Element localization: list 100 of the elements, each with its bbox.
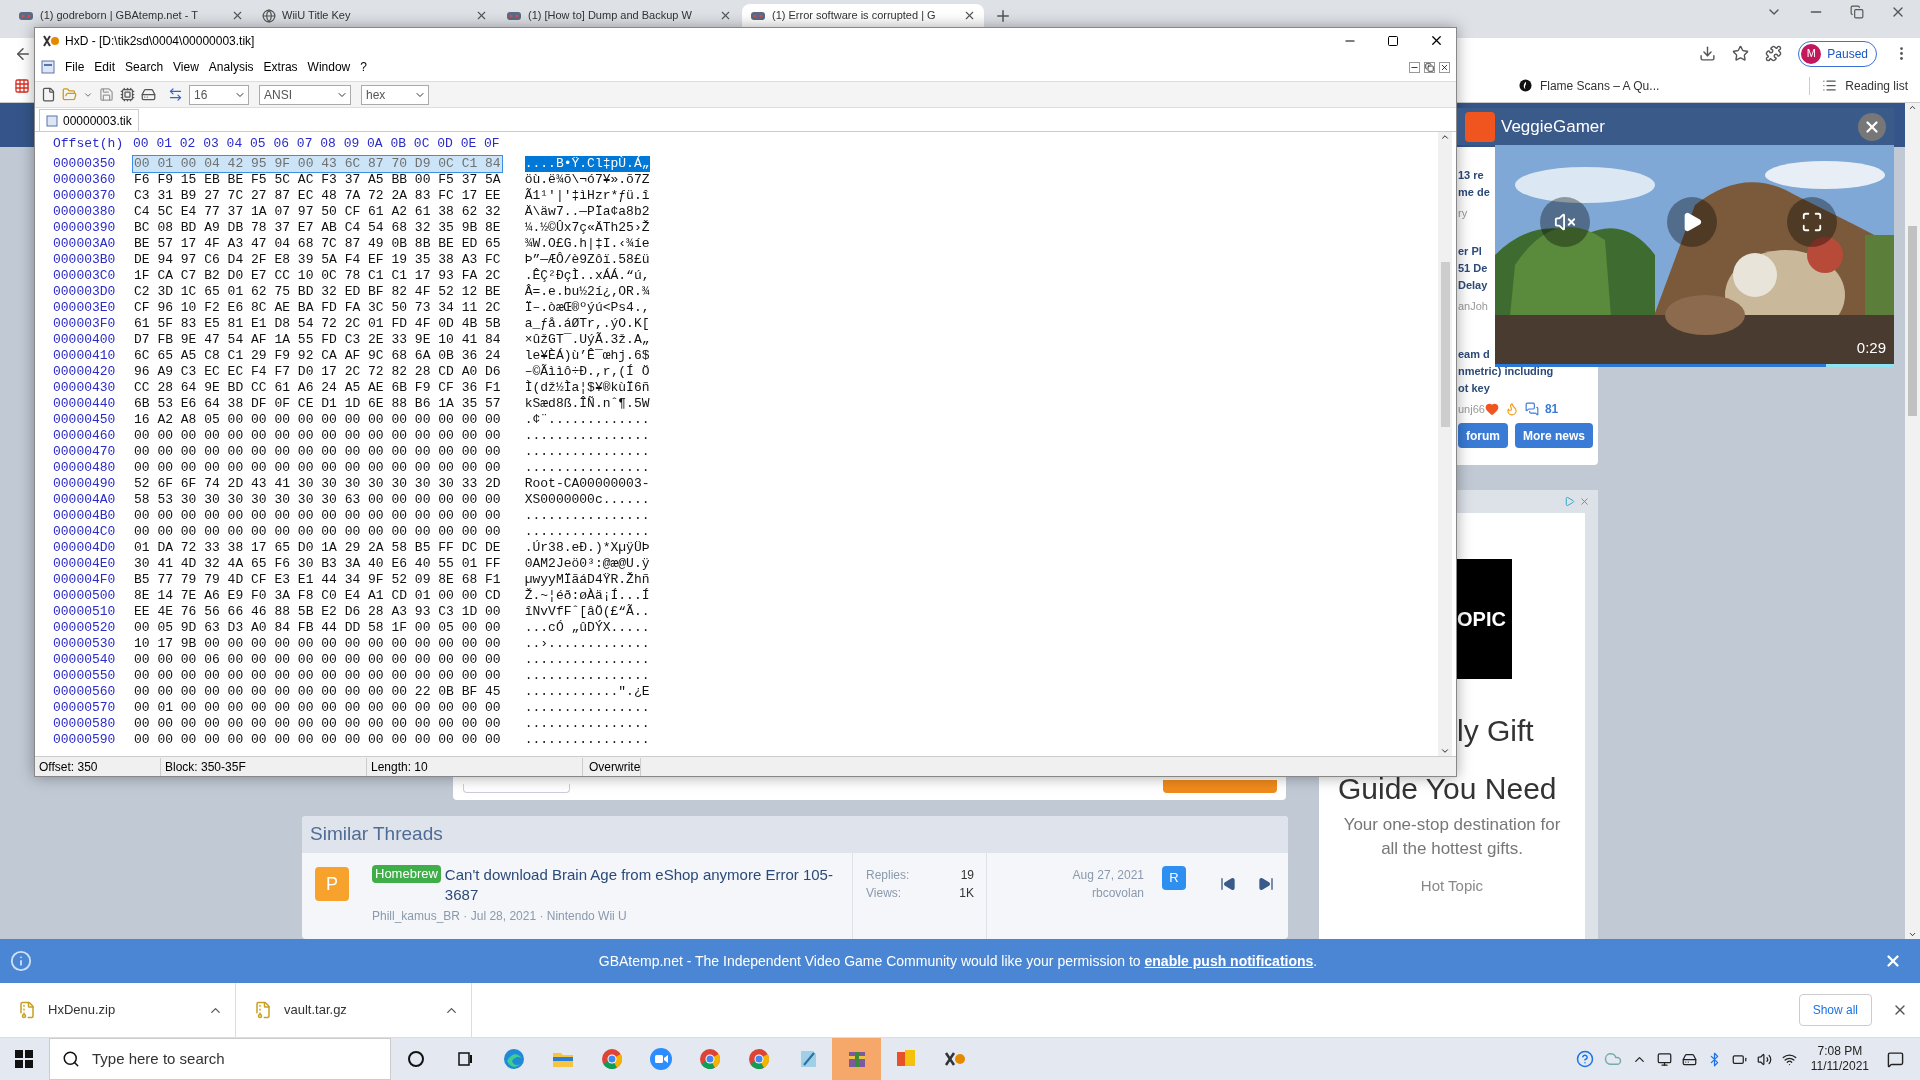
text-bytes[interactable]: Ï–.òæŒ®ºýú<Ps4., xyxy=(524,300,650,316)
hex-bytes[interactable]: C3 31 B9 27 7C 27 87 EC 48 7A 72 2A 83 FC 17 EE xyxy=(133,188,502,204)
text-bytes[interactable]: XS0000000c...... xyxy=(524,492,650,508)
hex-bytes[interactable]: 58 53 30 30 30 30 30 30 30 63 00 00 00 00 00 00 xyxy=(133,492,502,508)
reading-list-button[interactable]: Reading list xyxy=(1809,76,1908,95)
close-button[interactable] xyxy=(1429,33,1444,48)
download-item[interactable]: vault.tar.gz xyxy=(236,983,472,1037)
text-bytes[interactable]: Ã1¹'|'‡ìHzr*ƒü.î xyxy=(524,188,650,204)
hex-bytes[interactable]: F6 F9 15 EB BE F5 5C AC F3 37 A5 BB 00 F5 37 5A xyxy=(133,172,502,188)
text-bytes[interactable]: îNvVfFˆ[âÖ(£“Ã.. xyxy=(524,604,650,620)
hex-bytes[interactable]: 00 01 00 04 42 95 9F 00 43 6C 87 70 D9 0C C1 84 xyxy=(133,156,502,172)
text-bytes[interactable]: µwyyMÏãáD4ŸR.Žhñ xyxy=(524,572,650,588)
menu-item[interactable]: Extras xyxy=(263,58,298,76)
hex-bytes[interactable]: 00 00 00 00 00 00 00 00 00 00 00 00 00 00 00 00 xyxy=(133,524,502,540)
hex-bytes[interactable]: C2 3D 1C 65 01 62 75 BD 32 ED BF 82 4F 52 12 BE xyxy=(133,284,502,300)
bookmark-link[interactable]: Flame Scans – A Qu... xyxy=(1518,76,1660,95)
news-title[interactable]: 13 re xyxy=(1458,167,1484,184)
minimize-document-button[interactable] xyxy=(1409,61,1420,73)
hex-bytes[interactable]: EE 4E 76 56 66 46 88 5B E2 D6 28 A3 93 C3 1D 00 xyxy=(133,604,502,620)
scrollbar[interactable] xyxy=(1438,132,1452,756)
text-bytes[interactable]: .ÊÇ²ÐçÌ..xÁÁ.“ú, xyxy=(524,268,650,284)
news-title[interactable]: eam d xyxy=(1458,346,1490,363)
text-bytes[interactable]: ¾W.O£G.h|‡I.‹¾íe xyxy=(524,236,650,252)
text-bytes[interactable]: Ì(dž½Ìa¦$¥®kùÏ6ñ xyxy=(524,380,650,396)
mute-button[interactable] xyxy=(1540,197,1590,247)
news-title[interactable]: me de xyxy=(1458,184,1490,201)
hex-bytes[interactable]: 00 00 00 00 00 00 00 00 00 00 00 00 00 00 00 00 xyxy=(133,444,502,460)
hex-bytes[interactable]: CC 28 64 9E BD CC 61 A6 24 A5 AE 6B F9 CF 36 F1 xyxy=(133,380,502,396)
chip-icon[interactable] xyxy=(120,87,135,102)
hex-bytes[interactable]: BC 08 BD A9 DB 78 37 E7 AB C4 54 68 32 35 9B 8E xyxy=(133,220,502,236)
scroll-thumb[interactable] xyxy=(1440,261,1450,427)
restore-button[interactable] xyxy=(1850,5,1864,19)
new-file-icon[interactable] xyxy=(41,87,56,102)
input-field[interactable] xyxy=(463,784,570,793)
scroll-up-icon[interactable] xyxy=(1440,132,1450,142)
help-icon[interactable] xyxy=(1575,1050,1594,1068)
show-all-button[interactable]: Show all xyxy=(1798,994,1872,1026)
hex-bytes[interactable]: B5 77 79 79 4D CF E3 E1 44 34 9F 52 09 8E 68 F1 xyxy=(133,572,502,588)
menu-item[interactable]: Search xyxy=(125,58,164,76)
menu-item[interactable]: ? xyxy=(360,58,367,76)
hex-bytes[interactable]: 00 00 00 06 00 00 00 00 00 00 00 00 00 00 00 00 xyxy=(133,652,502,668)
news-title[interactable]: er Pl xyxy=(1458,243,1482,260)
apps-icon[interactable] xyxy=(14,77,30,94)
extensions-icon[interactable] xyxy=(1765,45,1783,62)
news-button[interactable]: More news xyxy=(1515,423,1593,448)
text-bytes[interactable]: ................ xyxy=(524,444,650,460)
close-tab-button[interactable] xyxy=(231,9,244,22)
hex-bytes[interactable]: 00 00 00 00 00 00 00 00 00 00 00 00 00 00 00 00 xyxy=(133,460,502,476)
close-button[interactable] xyxy=(1858,112,1886,141)
volume-icon[interactable] xyxy=(1756,1051,1772,1067)
text-bytes[interactable]: Â=.e.bu½2í¿‚OR.¾ xyxy=(524,284,650,300)
browser-tab[interactable]: (1) Error software is corrupted | G xyxy=(742,4,984,27)
bookmark-star-icon[interactable] xyxy=(1732,45,1750,62)
hex-bytes[interactable]: 00 00 00 00 00 00 00 00 00 00 00 00 00 00 00 00 xyxy=(133,668,502,684)
text-bytes[interactable]: ................ xyxy=(524,732,650,748)
text-bytes[interactable]: Ä\äw7..—PÏa¢a8b2 xyxy=(524,204,650,220)
hex-bytes[interactable]: 8E 14 7E A6 E9 F0 3A F8 C0 E4 A1 CD 01 00 00 CD xyxy=(133,588,502,604)
close-tab-button[interactable] xyxy=(475,9,488,22)
hex-bytes[interactable]: 30 41 4D 32 4A 65 F6 30 B3 3A 40 E6 40 55 01 FF xyxy=(133,556,502,572)
download-item[interactable]: HxDenu.zip xyxy=(0,983,236,1037)
text-bytes[interactable]: ................ xyxy=(524,508,650,524)
hex-bytes[interactable]: 00 00 00 00 00 00 00 00 00 00 00 00 00 00 00 00 xyxy=(133,508,502,524)
text-bytes[interactable]: Ž.~¦éð:øÀä¡Í...Í xyxy=(524,588,650,604)
text-bytes[interactable]: kSæd8ß.ÎÑ.nˆ¶.5W xyxy=(524,396,650,412)
scroll-down-icon[interactable] xyxy=(1908,930,1917,939)
text-bytes[interactable]: öù.ë¾õ\¬ó7¥».õ7Z xyxy=(524,172,650,188)
hex-bytes[interactable]: 6C 65 A5 C8 C1 29 F9 92 CA AF 9C 68 6A 0B 36 24 xyxy=(133,348,502,364)
menu-item[interactable]: Window xyxy=(307,58,351,76)
text-bytes[interactable]: 0AM2Jeö0³:@æ@U.ÿ xyxy=(524,556,650,572)
hex-bytes[interactable]: 1F CA C7 B2 D0 E7 CC 10 0C 78 C1 C1 17 93 FA 2C xyxy=(133,268,502,284)
hex-bytes[interactable]: 00 05 9D 63 D3 A0 84 FB 44 DD 58 1F 00 05 00 00 xyxy=(133,620,502,636)
news-title[interactable]: Delay xyxy=(1458,277,1488,294)
text-bytes[interactable]: ................ xyxy=(524,460,650,476)
text-bytes[interactable]: ................ xyxy=(524,428,650,444)
text-bytes[interactable]: .¢¨............. xyxy=(524,412,650,428)
text-bytes[interactable]: ¼.½©Ûx7ç«ÄTh25›Ž xyxy=(524,220,650,236)
search-field[interactable]: Type here to search xyxy=(49,1038,391,1080)
hex-bytes[interactable]: 6B 53 E6 64 38 DF 0F CE D1 1D 6E 88 B6 1A 35 57 xyxy=(133,396,502,412)
text-bytes[interactable]: ...cÓ „ûDÝX..... xyxy=(524,620,650,636)
hex-bytes[interactable]: 00 01 00 00 00 00 00 00 00 00 00 00 00 00 00 00 xyxy=(133,700,502,716)
notifications-icon[interactable] xyxy=(1887,1050,1904,1068)
text-bytes[interactable]: Þ”—ÆÔ/è9Zôï.58£ü xyxy=(524,252,650,268)
bytes-per-row-select[interactable]: 16 xyxy=(189,84,249,105)
text-bytes[interactable]: ................ xyxy=(524,652,650,668)
news-button[interactable]: forum xyxy=(1458,423,1508,448)
previous-icon[interactable] xyxy=(1220,876,1236,892)
scroll-thumb[interactable] xyxy=(1908,226,1917,416)
news-title[interactable]: nmetric) including xyxy=(1458,363,1554,380)
close-document-button[interactable] xyxy=(1439,61,1450,73)
hex-bytes[interactable]: DE 94 97 C6 D4 2F E8 39 5A F4 EF 19 35 38 A3 FC xyxy=(133,252,502,268)
hex-bytes[interactable]: 00 00 00 00 00 00 00 00 00 00 00 00 00 00 00 00 xyxy=(133,428,502,444)
hex-bytes[interactable]: 52 6F 6F 74 2D 43 41 30 30 30 30 30 30 30 33 2D xyxy=(133,476,502,492)
text-bytes[interactable]: ................ xyxy=(524,700,650,716)
windows-icon[interactable] xyxy=(15,1050,33,1068)
drive-icon[interactable] xyxy=(1681,1051,1697,1067)
fullscreen-button[interactable] xyxy=(1787,197,1837,247)
wifi-icon[interactable] xyxy=(1781,1051,1797,1067)
news-title[interactable]: ot key xyxy=(1458,380,1490,397)
play-button[interactable] xyxy=(1667,197,1717,247)
width-icon[interactable] xyxy=(168,87,183,102)
